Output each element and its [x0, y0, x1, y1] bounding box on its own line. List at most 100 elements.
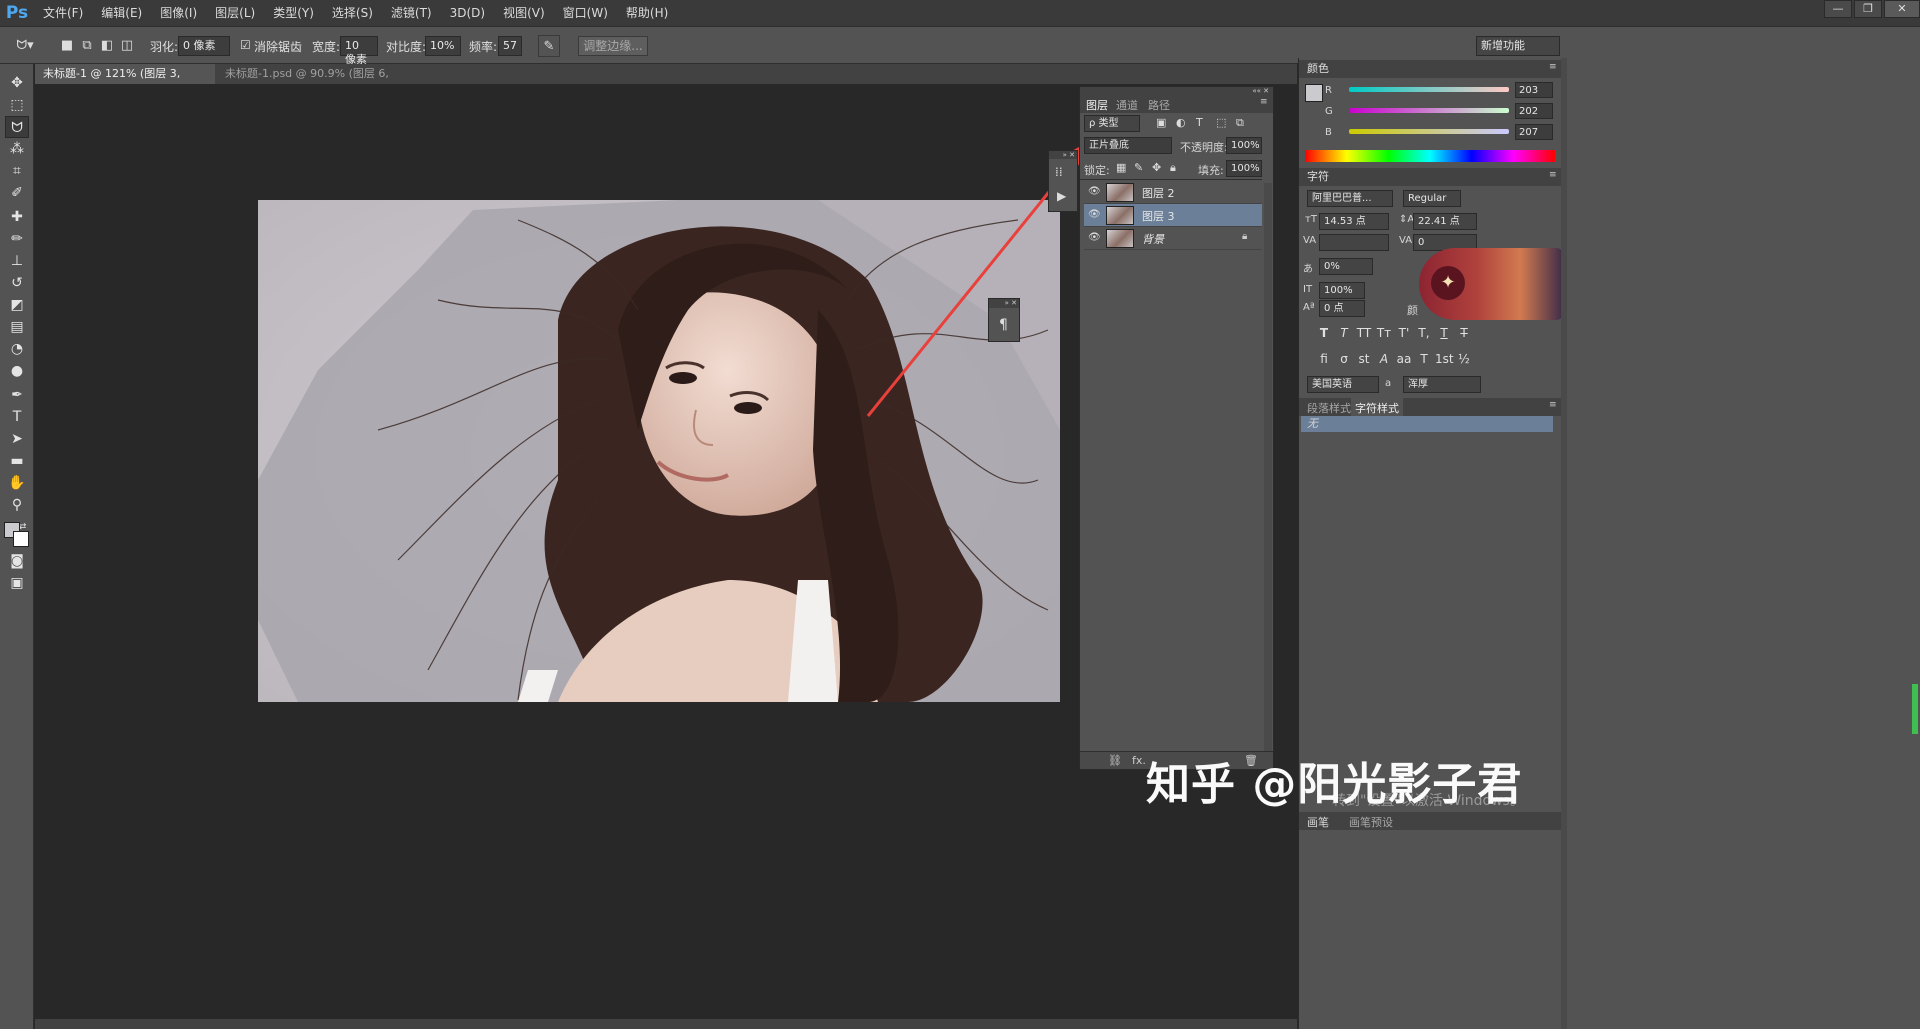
panel-collapse-bar[interactable]: «« ✕: [1080, 87, 1273, 95]
pen-pressure-icon[interactable]: ✎: [538, 35, 560, 57]
faux-italic-button[interactable]: T: [1335, 324, 1353, 342]
link-layers-icon[interactable]: ⛓: [1108, 754, 1122, 767]
style-list-item[interactable]: 无: [1301, 416, 1553, 432]
hand-tool-icon[interactable]: ✋: [5, 472, 29, 494]
subscript-button[interactable]: T,: [1415, 324, 1433, 342]
add-fx-icon[interactable]: fx.: [1132, 754, 1146, 767]
history-icon[interactable]: ⁞⁞: [1055, 165, 1063, 179]
screen-mode-icon[interactable]: ▣: [5, 572, 29, 594]
tab-character-styles[interactable]: 字符样式: [1351, 398, 1403, 416]
quick-mask-icon[interactable]: ◙: [5, 550, 29, 572]
layer-row-layer-2[interactable]: 👁︎ 图层 2: [1084, 181, 1262, 204]
layer-row-background[interactable]: 👁︎ 背景 🔒︎: [1084, 227, 1262, 250]
lock-position-icon[interactable]: ✥: [1152, 161, 1161, 174]
tab-paragraph-styles[interactable]: 段落样式: [1307, 400, 1351, 416]
visibility-eye-icon[interactable]: 👁︎: [1088, 209, 1101, 221]
layers-scrollbar[interactable]: [1264, 183, 1272, 763]
lock-all-icon[interactable]: 🔒︎: [1170, 161, 1176, 175]
close-window-icon[interactable]: ✕: [1884, 0, 1920, 18]
lock-transparency-icon[interactable]: ▦: [1116, 161, 1126, 174]
menu-filter[interactable]: 滤镜(T): [382, 0, 441, 26]
filter-shape-icon[interactable]: ⬚: [1216, 116, 1226, 129]
font-size-input[interactable]: 14.53 点: [1319, 213, 1389, 230]
fractions-button[interactable]: ½: [1455, 350, 1473, 368]
strikethrough-button[interactable]: T: [1455, 324, 1473, 342]
visibility-eye-icon[interactable]: 👁︎: [1088, 232, 1101, 244]
subtract-selection-icon[interactable]: ◧: [96, 35, 118, 57]
width-input[interactable]: 10 像素: [340, 36, 378, 66]
lasso-tool-icon[interactable]: ᗢ: [5, 116, 29, 138]
blue-slider[interactable]: [1349, 129, 1509, 134]
layer-filter-select[interactable]: ρ 类型: [1084, 115, 1140, 132]
panel-menu-icon[interactable]: ≡: [1549, 62, 1557, 72]
quick-select-tool-icon[interactable]: ⁂: [5, 138, 29, 160]
stylistic-alternates-button[interactable]: aa: [1395, 350, 1413, 368]
menu-select[interactable]: 选择(S): [323, 0, 382, 26]
restore-icon[interactable]: ❐: [1854, 0, 1882, 18]
add-selection-icon[interactable]: ⧉: [76, 35, 98, 57]
font-family-select[interactable]: 阿里巴巴普...: [1307, 190, 1393, 207]
shape-tool-icon[interactable]: ▬: [5, 450, 29, 472]
blur-tool-icon[interactable]: ◔: [5, 338, 29, 360]
tsume-input[interactable]: 0%: [1319, 258, 1373, 275]
antialias-checkbox[interactable]: ☑: [240, 38, 251, 52]
menu-help[interactable]: 帮助(H): [617, 0, 677, 26]
play-action-icon[interactable]: ▶: [1057, 189, 1066, 203]
fill-input[interactable]: 100%: [1226, 160, 1262, 177]
menu-layer[interactable]: 图层(L): [206, 0, 264, 26]
menu-type[interactable]: 类型(Y): [264, 0, 323, 26]
swash-button[interactable]: A: [1375, 350, 1393, 368]
menu-3d[interactable]: 3D(D): [441, 0, 494, 26]
panel-menu-icon[interactable]: ≡: [1549, 400, 1557, 410]
foreground-color-swatch[interactable]: [1305, 84, 1323, 102]
vertical-scale-input[interactable]: 100%: [1319, 282, 1365, 299]
color-spectrum[interactable]: [1305, 150, 1555, 162]
titling-alternates-button[interactable]: T: [1415, 350, 1433, 368]
tab-channels[interactable]: 通道: [1116, 97, 1138, 113]
workspace-select[interactable]: 新增功能: [1476, 36, 1560, 56]
green-slider[interactable]: [1349, 108, 1509, 113]
menu-window[interactable]: 窗口(W): [554, 0, 617, 26]
language-select[interactable]: 美国英语: [1307, 376, 1379, 393]
healing-brush-tool-icon[interactable]: ✚: [5, 206, 29, 228]
menu-image[interactable]: 图像(I): [151, 0, 206, 26]
minimize-icon[interactable]: —: [1824, 0, 1852, 18]
menu-file[interactable]: 文件(F): [34, 0, 92, 26]
red-slider[interactable]: [1349, 87, 1509, 92]
feather-input[interactable]: 0 像素: [178, 36, 230, 56]
small-caps-button[interactable]: Tт: [1375, 324, 1393, 342]
blue-value-input[interactable]: 207: [1515, 124, 1553, 140]
green-value-input[interactable]: 202: [1515, 103, 1553, 119]
antialias-select[interactable]: 浑厚: [1403, 376, 1481, 393]
magnetic-lasso-preset-icon[interactable]: ᗢ▾: [14, 35, 36, 57]
pen-tool-icon[interactable]: ✒: [5, 384, 29, 406]
ordinals-button[interactable]: 1st: [1435, 350, 1454, 368]
marquee-tool-icon[interactable]: ⬚: [5, 94, 29, 116]
panel-menu-icon[interactable]: ≡: [1549, 170, 1557, 180]
tab-brush-presets[interactable]: 画笔预设: [1349, 814, 1393, 830]
faux-bold-button[interactable]: T: [1315, 324, 1333, 342]
old-style-button[interactable]: σ: [1335, 350, 1353, 368]
dodge-tool-icon[interactable]: ●: [5, 360, 29, 382]
font-style-select[interactable]: Regular: [1403, 190, 1461, 207]
red-value-input[interactable]: 203: [1515, 82, 1553, 98]
intersect-selection-icon[interactable]: ◫: [116, 35, 138, 57]
zoom-tool-icon[interactable]: ⚲: [5, 494, 29, 516]
discretionary-ligatures-button[interactable]: st: [1355, 350, 1373, 368]
lock-pixels-icon[interactable]: ✎: [1134, 161, 1143, 174]
filter-type-icon[interactable]: T: [1196, 116, 1203, 129]
tab-document-2[interactable]: 未标题-1.psd @ 90.9% (图层 6, RGB/8) *×: [217, 64, 417, 100]
tab-paths[interactable]: 路径: [1148, 97, 1170, 113]
eyedropper-tool-icon[interactable]: ✐: [5, 182, 29, 204]
filter-pixel-icon[interactable]: ▣: [1156, 116, 1166, 129]
all-caps-button[interactable]: TT: [1355, 324, 1373, 342]
clone-stamp-tool-icon[interactable]: ⊥: [5, 250, 29, 272]
tab-layers[interactable]: 图层: [1086, 97, 1108, 113]
baseline-shift-input[interactable]: 0 点: [1319, 300, 1365, 317]
visibility-eye-icon[interactable]: 👁︎: [1088, 186, 1101, 198]
refine-edge-button[interactable]: 调整边缘...: [578, 36, 648, 56]
contrast-input[interactable]: 10%: [425, 36, 461, 56]
ligatures-button[interactable]: fi: [1315, 350, 1333, 368]
type-tool-icon[interactable]: T: [5, 406, 29, 428]
background-color-swatch[interactable]: [13, 531, 29, 547]
